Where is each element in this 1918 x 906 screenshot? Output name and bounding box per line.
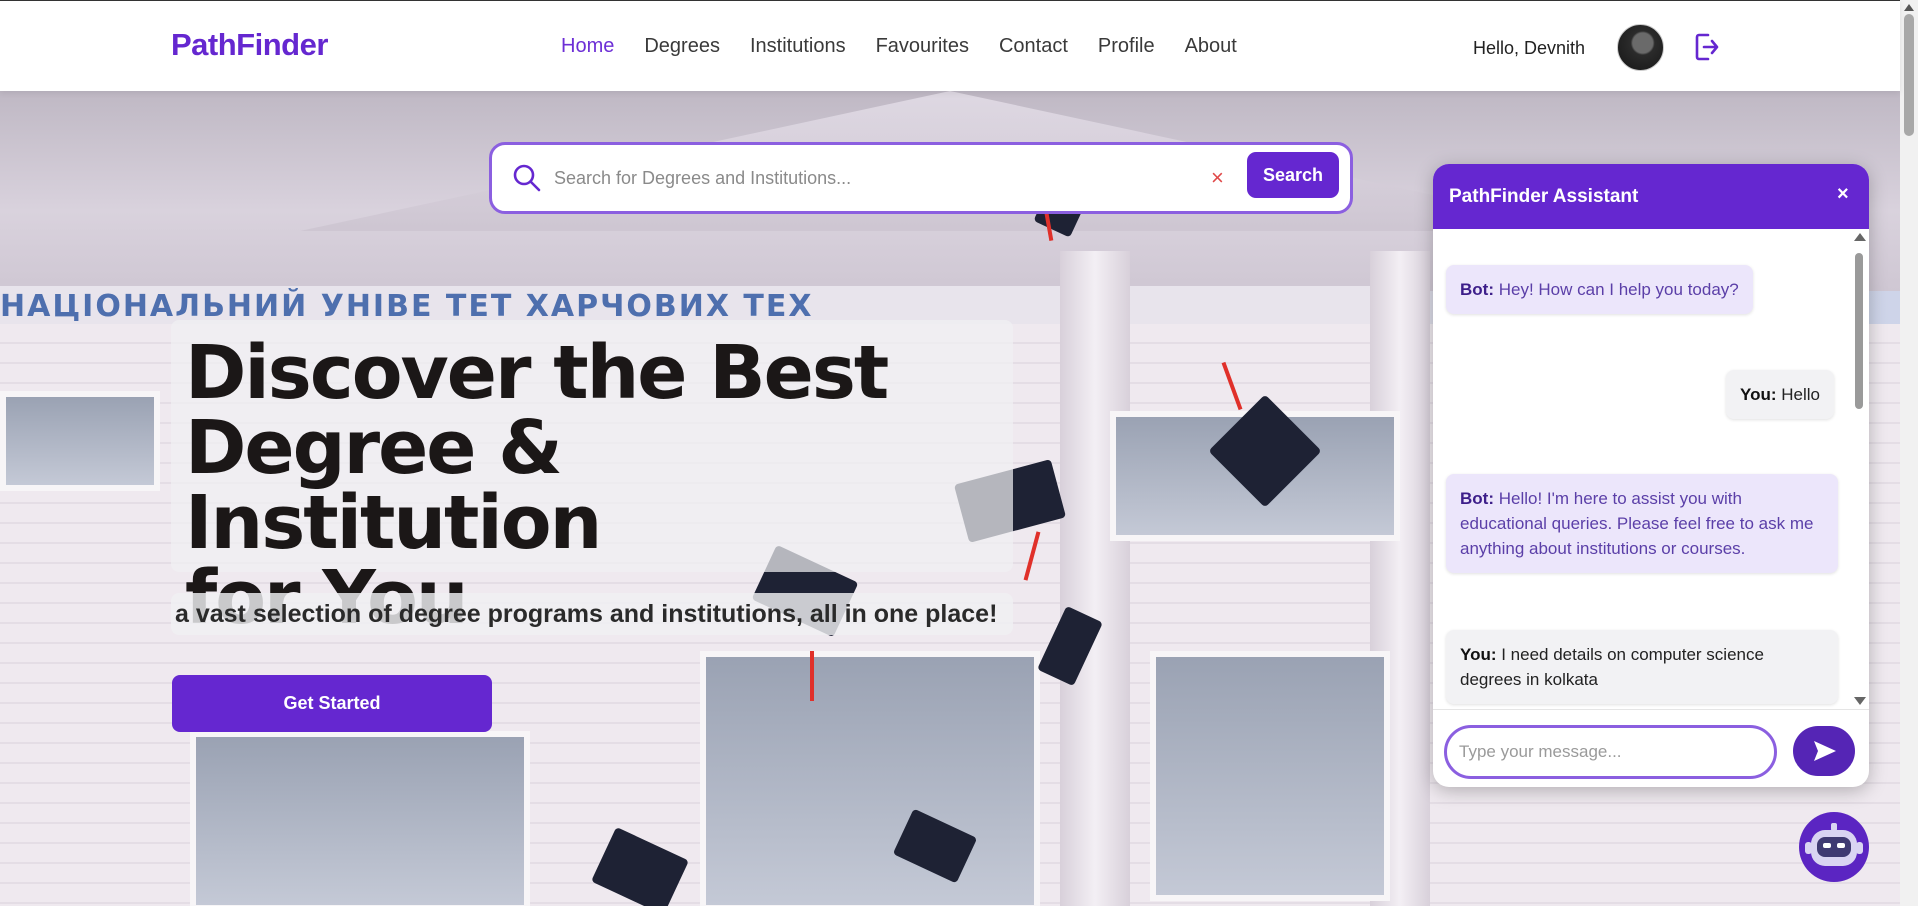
- scroll-up-arrow-icon[interactable]: [1854, 233, 1866, 241]
- nav-link-contact[interactable]: Contact: [999, 35, 1068, 58]
- nav-link-degrees[interactable]: Degrees: [644, 35, 720, 58]
- hero-headline-line: Degree & Institution: [185, 405, 602, 566]
- scroll-thumb[interactable]: [1855, 253, 1863, 409]
- search-bar: × Search: [489, 142, 1353, 214]
- logout-icon[interactable]: [1694, 32, 1720, 62]
- hero-headline: Discover the Best Degree & Institution f…: [185, 336, 985, 636]
- chat-message-bot: Bot: Hello! I'm here to assist you with …: [1446, 474, 1838, 573]
- message-sender: Bot:: [1460, 489, 1494, 508]
- hero-headline-box: Discover the Best Degree & Institution f…: [171, 320, 1013, 636]
- close-icon[interactable]: ×: [1211, 163, 1224, 193]
- building-window: [1150, 651, 1390, 901]
- chat-close-button[interactable]: ×: [1837, 183, 1849, 206]
- nav-link-profile[interactable]: Profile: [1098, 35, 1155, 58]
- scroll-up-arrow-icon[interactable]: [1904, 4, 1914, 11]
- send-icon: [1814, 741, 1836, 761]
- hero-headline-line: Discover the Best: [185, 330, 889, 416]
- navbar: PathFinder Home Degrees Institutions Fav…: [0, 0, 1900, 91]
- hero-subline-box: a vast selection of degree programs and …: [171, 593, 1013, 635]
- nav-link-about[interactable]: About: [1185, 35, 1237, 58]
- nav-link-home[interactable]: Home: [561, 35, 614, 58]
- chat-messages[interactable]: Bot: Hey! How can I help you today? You:…: [1433, 229, 1869, 709]
- chat-message-user: You: I need details on computer science …: [1446, 630, 1838, 704]
- search-icon: [513, 164, 541, 192]
- message-sender: Bot:: [1460, 280, 1494, 299]
- brand-logo[interactable]: PathFinder: [171, 27, 328, 63]
- building-pillar: [1060, 251, 1130, 906]
- avatar[interactable]: [1617, 24, 1664, 71]
- chat-header: PathFinder Assistant ×: [1433, 164, 1869, 229]
- building-sign-text: НАЦІОНАЛЬНИЙ УНІВЕ ТЕТ ХАРЧОВИХ ТЕХ: [0, 289, 814, 324]
- chatbot-toggle-button[interactable]: [1799, 812, 1869, 882]
- chat-message-bot: Bot: Hey! How can I help you today?: [1446, 265, 1753, 314]
- page-scroll-thumb[interactable]: [1904, 14, 1914, 136]
- search-button[interactable]: Search: [1247, 152, 1339, 198]
- nav-links: Home Degrees Institutions Favourites Con…: [561, 35, 1267, 58]
- chat-title: PathFinder Assistant: [1449, 186, 1639, 207]
- tassel: [810, 651, 814, 701]
- message-text: I need details on computer science degre…: [1460, 645, 1764, 689]
- page-scrollbar[interactable]: [1900, 0, 1918, 906]
- scroll-down-arrow-icon[interactable]: [1854, 697, 1866, 705]
- chat-footer: [1433, 709, 1869, 787]
- hero-subline: a vast selection of degree programs and …: [175, 600, 998, 628]
- message-text: Hello: [1776, 385, 1820, 404]
- message-sender: You:: [1740, 385, 1777, 404]
- building-window: [700, 651, 1040, 906]
- chat-panel: PathFinder Assistant × Bot: Hey! How can…: [1433, 164, 1869, 787]
- message-sender: You:: [1460, 645, 1497, 664]
- search-input[interactable]: [554, 161, 1174, 195]
- chat-message-user: You: Hello: [1726, 370, 1834, 419]
- user-greeting: Hello, Devnith: [1473, 38, 1586, 58]
- send-button[interactable]: [1793, 726, 1855, 776]
- building-window: [0, 391, 160, 491]
- chat-scrollbar[interactable]: [1852, 229, 1866, 709]
- chat-message-input[interactable]: [1444, 725, 1777, 779]
- nav-link-institutions[interactable]: Institutions: [750, 35, 846, 58]
- get-started-button[interactable]: Get Started: [172, 675, 492, 732]
- robot-icon: [1805, 823, 1863, 866]
- message-text: Hello! I'm here to assist you with educa…: [1460, 489, 1814, 558]
- nav-link-favourites[interactable]: Favourites: [876, 35, 969, 58]
- building-window: [190, 731, 530, 906]
- message-text: Hey! How can I help you today?: [1493, 280, 1739, 299]
